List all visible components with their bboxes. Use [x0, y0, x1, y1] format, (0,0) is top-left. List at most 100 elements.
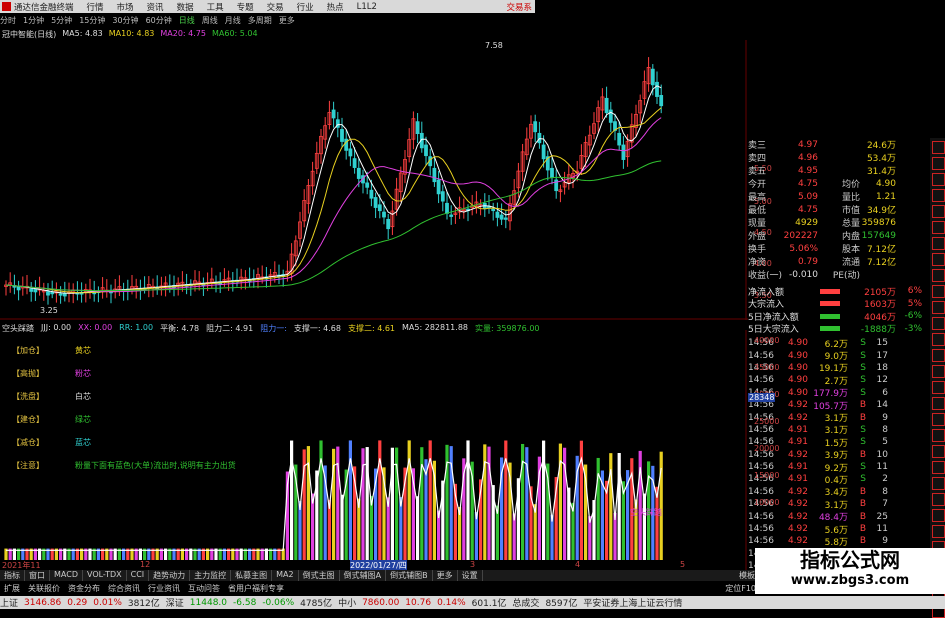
sidebar-tool-icon[interactable]: [932, 157, 945, 170]
sidebar-tool-icon[interactable]: [932, 525, 945, 538]
indicator-tab[interactable]: MACD: [50, 570, 83, 581]
indicator-tab[interactable]: VOL-TDX: [83, 570, 127, 581]
volume-tick: 35000: [754, 363, 780, 372]
menu-item[interactable]: 市场: [117, 1, 134, 13]
sidebar-tool-icon[interactable]: [932, 461, 945, 474]
candle-body: [58, 293, 63, 296]
sidebar-tool-icon[interactable]: [932, 365, 945, 378]
sidebar-tool-icon[interactable]: [932, 253, 945, 266]
flow-label: 5日大宗流入: [748, 325, 799, 336]
indicator-tab[interactable]: 更多: [433, 570, 458, 581]
sidebar-tool-icon[interactable]: [932, 429, 945, 442]
period-tab[interactable]: 多周期: [248, 15, 272, 26]
status-item: 0.14%: [437, 597, 466, 608]
menu-item[interactable]: 热点: [327, 1, 344, 13]
quote-row: 收益(一) -0.010 PE(动): [748, 268, 930, 282]
menu-item[interactable]: 资讯: [147, 1, 164, 13]
tick-count: 7: [882, 499, 888, 510]
indicator-tab[interactable]: CCI: [127, 570, 150, 581]
sidebar-tool-icon[interactable]: [932, 237, 945, 250]
tick-volume: 105.7万: [813, 401, 848, 412]
date-tick: 3: [470, 560, 476, 569]
quote-value: 31.4万: [866, 167, 896, 177]
quote-row: 换手 5.06% 股本 7.12亿: [748, 242, 930, 256]
sidebar-tool-icon[interactable]: [932, 445, 945, 458]
sidebar-tool-icon[interactable]: [932, 413, 945, 426]
extension-tab[interactable]: 扩展: [0, 583, 24, 594]
indicator-tab[interactable]: 指标: [0, 570, 25, 581]
quote-value: 4.75: [797, 204, 818, 215]
period-tab[interactable]: 1分钟: [23, 15, 44, 26]
candle-body: [621, 144, 626, 160]
extension-tab[interactable]: 关联报价: [24, 583, 64, 594]
sidebar-tool-icon[interactable]: [932, 141, 945, 154]
menu-item[interactable]: L1L2: [357, 2, 377, 12]
status-item: 总成交: [512, 599, 540, 609]
tick-side: S: [860, 474, 866, 485]
extension-tab[interactable]: 互动问答: [184, 583, 224, 594]
sidebar-tool-icon[interactable]: [932, 397, 945, 410]
period-tab[interactable]: 更多: [279, 15, 295, 26]
period-tab-active[interactable]: 日线: [179, 15, 195, 26]
sidebar-tool-icon[interactable]: [932, 285, 945, 298]
sidebar-tool-icon[interactable]: [932, 509, 945, 522]
tick-count: 8: [882, 424, 888, 435]
quote-row: 卖三 4.97 24.6万: [748, 138, 930, 152]
indicator-tab[interactable]: 设置: [458, 570, 483, 581]
extension-tab[interactable]: 综合资讯: [104, 583, 144, 594]
tick-volume: 1.5万: [824, 438, 848, 449]
quote-value: 1.21: [875, 191, 896, 202]
sidebar-tool-icon[interactable]: [932, 493, 945, 506]
sidebar-tool-icon[interactable]: [932, 477, 945, 490]
sidebar-tool-icon[interactable]: [932, 221, 945, 234]
indicator-tab[interactable]: 倒式辅图A: [340, 570, 387, 581]
sidebar-tool-icon[interactable]: [932, 333, 945, 346]
sidebar-tool-icon[interactable]: [932, 317, 945, 330]
indicator-tab[interactable]: 私募主图: [231, 570, 273, 581]
quote-value: 53.4万: [866, 154, 896, 164]
period-tab[interactable]: 60分钟: [146, 15, 172, 26]
extension-tab[interactable]: 省用户福利专享: [224, 583, 288, 594]
menu-item[interactable]: 交易: [267, 1, 284, 13]
extension-tab[interactable]: 行业资讯: [144, 583, 184, 594]
indicator-tab[interactable]: MA2: [272, 570, 299, 581]
sidebar-tool-icon[interactable]: [932, 381, 945, 394]
menu-item[interactable]: 行业: [297, 1, 314, 13]
trade-button[interactable]: 交易系: [506, 1, 532, 13]
indicator-tab[interactable]: 窗口: [25, 570, 50, 581]
period-tab[interactable]: 15分钟: [79, 15, 105, 26]
menu-item[interactable]: 专题: [237, 1, 254, 13]
quote-value: -0.010: [788, 269, 818, 280]
extension-tab[interactable]: 资金分布: [64, 583, 104, 594]
candle-body: [365, 182, 370, 188]
period-tab[interactable]: 月线: [225, 15, 241, 26]
sidebar-tool-icon[interactable]: [932, 189, 945, 202]
candle-body: [617, 132, 622, 146]
sidebar-tool-icon[interactable]: [932, 269, 945, 282]
indicator-tab[interactable]: 趋势动力: [149, 570, 191, 581]
tick-volume: 0.4万: [824, 476, 848, 486]
candle-body: [369, 189, 374, 199]
indicator-tab[interactable]: 倒式辅图B: [386, 570, 433, 581]
quote-label: 今开: [748, 180, 767, 190]
period-tab[interactable]: 分时: [0, 15, 16, 26]
indicator-tab[interactable]: 主力监控: [190, 570, 232, 581]
candle-body: [373, 197, 378, 208]
volume-chart[interactable]: 空头踩踏: [0, 330, 748, 570]
sidebar-tool-icon[interactable]: [932, 205, 945, 218]
menu-item[interactable]: 数据: [177, 1, 194, 13]
tick-count: 9: [882, 536, 888, 547]
menu-item[interactable]: 行情: [87, 1, 104, 13]
sidebar-tool-icon[interactable]: [932, 301, 945, 314]
sidebar-tool-icon[interactable]: [932, 173, 945, 186]
indicator-tab[interactable]: 倒式主图: [299, 570, 340, 581]
menu-item[interactable]: 工具: [207, 1, 224, 13]
period-tab[interactable]: 5分钟: [51, 15, 72, 26]
quote-value: 7.12亿: [866, 245, 896, 255]
candlestick-chart[interactable]: 7.58 3.25: [0, 40, 748, 320]
tick-time: 14:56: [748, 375, 774, 386]
period-tab[interactable]: 30分钟: [112, 15, 138, 26]
sidebar-tool-icon[interactable]: [932, 349, 945, 362]
candle-body: [50, 291, 55, 295]
period-tab[interactable]: 周线: [202, 15, 218, 26]
